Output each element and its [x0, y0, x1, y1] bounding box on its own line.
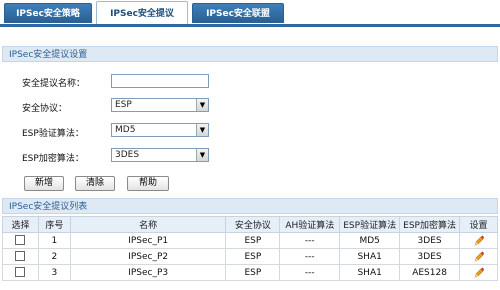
row-esp-auth: SHA1 — [339, 248, 401, 265]
row-esp-auth: SHA1 — [339, 264, 401, 281]
row-name: IPSec_P1 — [69, 232, 227, 249]
chevron-down-icon: ▼ — [196, 124, 208, 136]
tab-ipsec-sa[interactable]: IPSec安全联盟 — [192, 3, 284, 23]
settings-section-header: IPSec安全提议设置 — [2, 46, 498, 62]
row-esp-enc: 3DES — [399, 248, 461, 265]
row-checkbox-cell — [2, 232, 39, 249]
row-index: 1 — [37, 232, 71, 249]
chevron-down-icon: ▼ — [196, 99, 208, 111]
row-protocol: ESP — [225, 264, 281, 281]
row-ah-auth: --- — [279, 264, 341, 281]
row-esp-enc: AES128 — [399, 264, 461, 281]
row-checkbox-cell — [2, 248, 39, 265]
row-settings-cell — [459, 232, 498, 249]
row-name: IPSec_P3 — [69, 264, 227, 281]
row-ah-auth: --- — [279, 232, 341, 249]
table-row: 3 IPSec_P3 ESP --- SHA1 AES128 — [2, 264, 498, 281]
esp-auth-select-value: MD5 — [115, 125, 136, 135]
esp-auth-label: ESP验证算法： — [22, 129, 84, 139]
col-esp-auth: ESP验证算法 — [339, 216, 401, 233]
row-esp-enc: 3DES — [399, 232, 461, 249]
row-checkbox[interactable] — [15, 267, 26, 278]
table-header-row: 选择 序号 名称 安全协议 AH验证算法 ESP验证算法 ESP加密算法 设置 — [2, 216, 498, 233]
proposal-name-label: 安全提议名称： — [22, 79, 86, 89]
protocol-select[interactable]: ESP ▼ — [111, 98, 209, 112]
protocol-select-value: ESP — [115, 100, 132, 110]
row-index: 2 — [37, 248, 71, 265]
pencil-icon[interactable] — [473, 266, 485, 279]
add-button[interactable]: 新增 — [24, 176, 64, 191]
row-esp-auth: MD5 — [339, 232, 401, 249]
col-protocol: 安全协议 — [225, 216, 281, 233]
list-section-header: IPSec安全提议列表 — [2, 198, 498, 214]
table-row: 1 IPSec_P1 ESP --- MD5 3DES — [2, 232, 498, 249]
tab-underline — [0, 24, 500, 27]
clear-button[interactable]: 清除 — [75, 176, 115, 191]
row-settings-cell — [459, 248, 498, 265]
proposal-name-input[interactable] — [111, 74, 209, 88]
esp-enc-select-value: 3DES — [115, 150, 140, 160]
chevron-down-icon: ▼ — [196, 149, 208, 161]
row-protocol: ESP — [225, 248, 281, 265]
protocol-label: 安全协议： — [22, 104, 68, 114]
pencil-icon[interactable] — [473, 234, 485, 247]
tab-bar: IPSec安全策略 IPSec安全提议 IPSec安全联盟 — [0, 0, 500, 27]
row-ah-auth: --- — [279, 248, 341, 265]
row-settings-cell — [459, 264, 498, 281]
row-checkbox-cell — [2, 264, 39, 281]
esp-auth-select[interactable]: MD5 ▼ — [111, 123, 209, 137]
row-name: IPSec_P2 — [69, 248, 227, 265]
col-name: 名称 — [69, 216, 227, 233]
tab-ipsec-proposal[interactable]: IPSec安全提议 — [96, 1, 188, 25]
proposal-table: 选择 序号 名称 安全协议 AH验证算法 ESP验证算法 ESP加密算法 设置 … — [2, 216, 498, 281]
pencil-icon[interactable] — [473, 250, 485, 263]
col-ah-auth: AH验证算法 — [279, 216, 341, 233]
row-checkbox[interactable] — [15, 251, 26, 262]
esp-enc-label: ESP加密算法： — [22, 154, 84, 164]
row-protocol: ESP — [225, 232, 281, 249]
row-checkbox[interactable] — [15, 235, 26, 246]
row-index: 3 — [37, 264, 71, 281]
col-index: 序号 — [37, 216, 71, 233]
esp-enc-select[interactable]: 3DES ▼ — [111, 148, 209, 162]
col-esp-enc: ESP加密算法 — [399, 216, 461, 233]
table-row: 2 IPSec_P2 ESP --- SHA1 3DES — [2, 248, 498, 265]
col-select: 选择 — [2, 216, 39, 233]
col-settings: 设置 — [459, 216, 498, 233]
help-button[interactable]: 帮助 — [127, 176, 169, 191]
tab-ipsec-policy[interactable]: IPSec安全策略 — [4, 3, 92, 23]
